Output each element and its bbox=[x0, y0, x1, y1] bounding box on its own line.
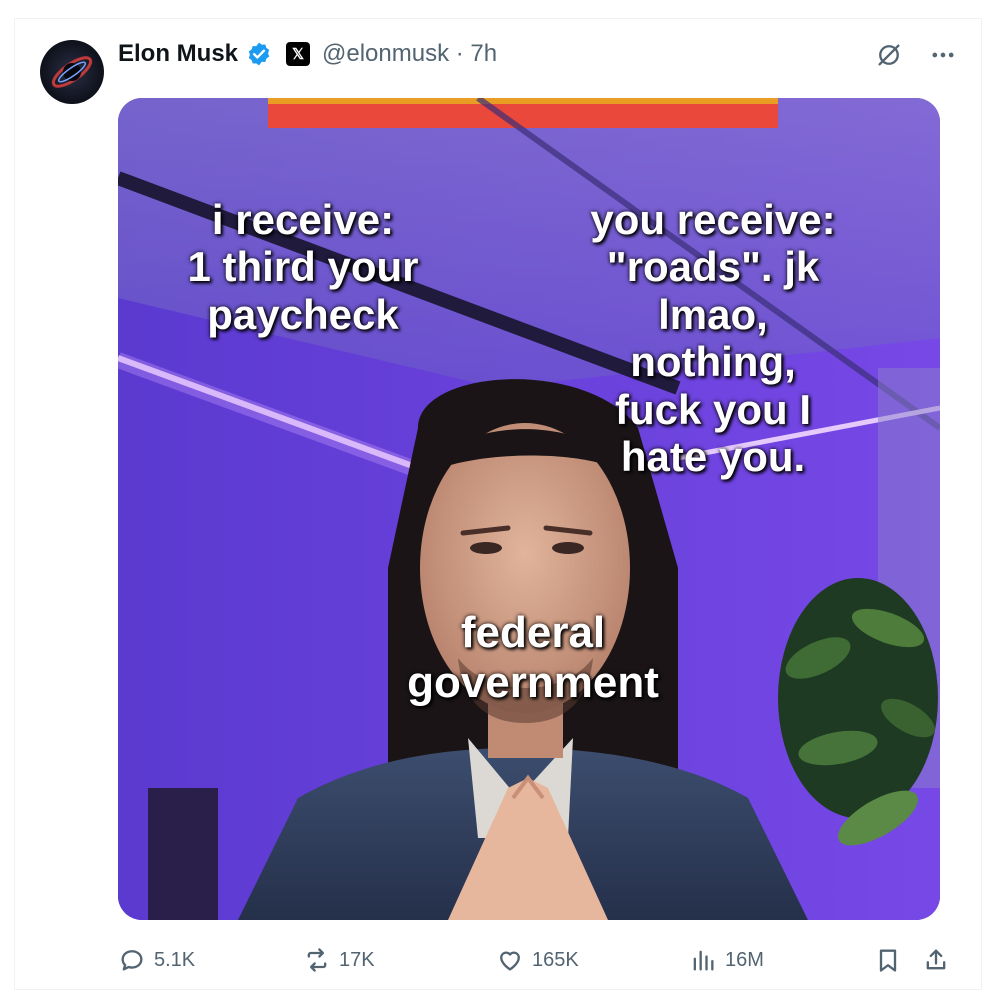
meme-text-line: government bbox=[407, 657, 659, 707]
meme-text-line: "roads". jk bbox=[606, 243, 820, 291]
reply-button[interactable]: 5.1K bbox=[118, 946, 303, 974]
like-count: 165K bbox=[532, 948, 579, 971]
meme-image[interactable]: i receive: 1 third your paycheck you rec… bbox=[118, 98, 940, 920]
grok-icon bbox=[878, 44, 900, 66]
bar-chart-icon bbox=[693, 950, 714, 971]
speech-bubble-icon bbox=[121, 950, 143, 971]
share-icon bbox=[926, 949, 946, 970]
repost-button[interactable]: 17K bbox=[303, 946, 496, 974]
banner-edge bbox=[268, 98, 778, 104]
avatar-image bbox=[51, 56, 93, 88]
meme-text-line: you receive: bbox=[590, 196, 836, 243]
share-button[interactable] bbox=[922, 946, 958, 974]
tweet-header: Elon Musk 𝕏 @elonmusk · 7h bbox=[118, 36, 497, 72]
view-count: 16M bbox=[725, 948, 764, 971]
meme-text-line: lmao, bbox=[658, 290, 768, 338]
more-icon bbox=[932, 52, 954, 58]
meme-text-line: nothing, bbox=[630, 338, 796, 386]
avatar[interactable] bbox=[40, 40, 104, 104]
heart-icon bbox=[500, 951, 520, 971]
meme-text-line: federal bbox=[460, 608, 606, 657]
views-button[interactable]: 16M bbox=[689, 946, 874, 974]
author-name[interactable]: Elon Musk bbox=[118, 40, 238, 68]
author-handle[interactable]: @elonmusk · 7h bbox=[322, 40, 497, 68]
meme-text-line: 1 third your bbox=[187, 243, 419, 291]
meme-text-line: i receive: bbox=[211, 196, 395, 243]
bookmark-icon bbox=[879, 949, 897, 972]
x-logo-icon: 𝕏 bbox=[286, 42, 311, 66]
chair bbox=[148, 788, 218, 920]
meme-text-line: paycheck bbox=[207, 290, 399, 338]
grok-button[interactable] bbox=[872, 38, 906, 72]
handle-text[interactable]: @elonmusk bbox=[322, 40, 449, 67]
reply-count: 5.1K bbox=[154, 948, 196, 971]
more-button[interactable] bbox=[926, 38, 960, 72]
like-button[interactable]: 165K bbox=[496, 946, 689, 974]
repost-icon bbox=[307, 948, 327, 972]
repost-count: 17K bbox=[339, 948, 375, 971]
meme-text-top-right: you receive: "roads". jk lmao, nothing, … bbox=[558, 196, 868, 481]
verified-badge-icon[interactable] bbox=[246, 41, 272, 67]
timestamp[interactable]: · 7h bbox=[456, 40, 497, 67]
top-actions bbox=[872, 38, 960, 72]
meme-text-line: fuck you I bbox=[614, 385, 812, 433]
meme-text-top-left: i receive: 1 third your paycheck bbox=[158, 196, 448, 338]
tweet-actions: 5.1K 17K 165K 16M bbox=[118, 940, 958, 980]
meme-text-line: hate you. bbox=[620, 433, 806, 481]
bookmark-button[interactable] bbox=[874, 946, 922, 974]
meme-text-center: federal government bbox=[368, 608, 698, 707]
